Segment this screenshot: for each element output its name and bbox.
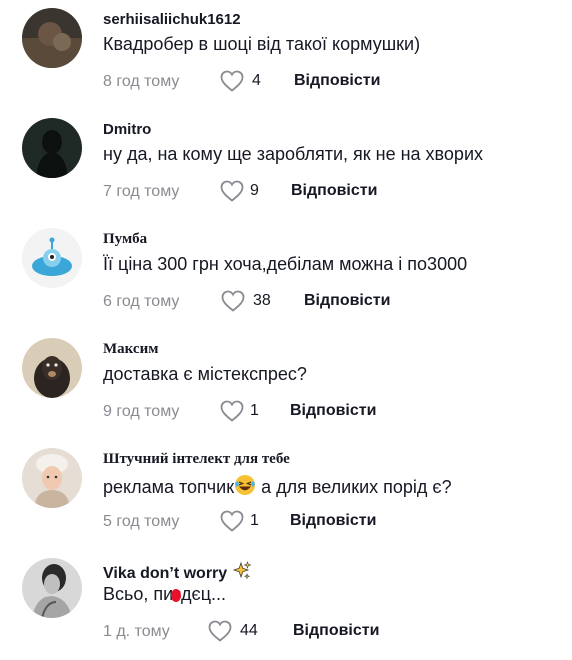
- heart-icon: [220, 400, 244, 422]
- comment-text-part: реклама топчик: [103, 477, 235, 497]
- reply-button[interactable]: Відповісти: [291, 182, 377, 200]
- avatar[interactable]: [22, 118, 82, 178]
- username-text: Vika don’t worry: [103, 565, 228, 582]
- comment-time: 1 д. тому: [103, 623, 170, 640]
- comment-meta: 6 год тому 38 Відповісти: [103, 290, 390, 314]
- avatar[interactable]: [22, 558, 82, 618]
- comment-item: Dmitro ну да, на кому ще заробляти, як н…: [0, 110, 572, 220]
- reply-button[interactable]: Відповісти: [293, 622, 379, 640]
- heart-icon: [220, 70, 244, 92]
- comment-text: доставка є містекспрес?: [103, 364, 307, 384]
- reply-button[interactable]: Відповісти: [290, 512, 376, 530]
- comment-text: ну да, на кому ще заробляти, як не на хв…: [103, 144, 483, 164]
- reply-button[interactable]: Відповісти: [294, 72, 380, 90]
- avatar[interactable]: [22, 228, 82, 288]
- like-count: 4: [252, 72, 261, 89]
- heart-icon: [221, 290, 245, 312]
- like-count: 38: [253, 292, 271, 309]
- comment-item: Пумба Її ціна 300 грн хоча,дебілам можна…: [0, 220, 572, 330]
- comment-meta: 7 год тому 9 Відповісти: [103, 180, 377, 204]
- avatar[interactable]: [22, 8, 82, 68]
- heart-icon: [220, 510, 244, 532]
- avatar[interactable]: [22, 338, 82, 398]
- like-count: 1: [250, 402, 259, 419]
- comment-text: Всьо, пиздєц...: [103, 584, 226, 605]
- heart-icon: [220, 180, 244, 202]
- comment-text: Квадробер в шоці від такої кормушки): [103, 34, 421, 54]
- like-count: 1: [250, 512, 259, 529]
- sparkles-icon: [232, 561, 252, 580]
- comment-time: 5 год тому: [103, 513, 180, 530]
- comment-text-part: а для великих порід є?: [256, 477, 452, 497]
- laughing-face-icon: [235, 475, 256, 495]
- like-button[interactable]: 44: [208, 620, 258, 642]
- comment-meta: 9 год тому 1 Відповісти: [103, 400, 376, 424]
- comment-time: 7 год тому: [103, 183, 180, 200]
- reply-button[interactable]: Відповісти: [290, 402, 376, 420]
- comment-username[interactable]: Пумба: [103, 231, 147, 248]
- comment-item: Максим доставка є містекспрес? 9 год том…: [0, 330, 572, 440]
- avatar[interactable]: [22, 448, 82, 508]
- comment-time: 8 год тому: [103, 73, 180, 90]
- like-count: 44: [240, 622, 258, 639]
- comment-meta: 8 год тому 4 Відповісти: [103, 70, 380, 94]
- comment-username[interactable]: Dmitro: [103, 121, 151, 138]
- comment-item: serhiisaliichuk1612 Квадробер в шоці від…: [0, 0, 572, 110]
- like-button[interactable]: 9: [220, 180, 259, 202]
- like-button[interactable]: 38: [221, 290, 271, 312]
- comment-text: Її ціна 300 грн хоча,дебілам можна і по3…: [103, 254, 468, 274]
- comment-item: Vika don’t worry Всьо, пиздєц... 1 д. то…: [0, 550, 572, 660]
- comment-meta: 1 д. тому 44 Відповісти: [103, 620, 379, 644]
- comment-username[interactable]: Vika don’t worry: [103, 561, 252, 583]
- comment-time: 9 год тому: [103, 403, 180, 420]
- comment-username[interactable]: Максим: [103, 341, 158, 358]
- comment-meta: 5 год тому 1 Відповісти: [103, 510, 376, 534]
- comment-username[interactable]: Штучний інтелект для тебе: [103, 451, 290, 468]
- like-count: 9: [250, 182, 259, 199]
- reply-button[interactable]: Відповісти: [304, 292, 390, 310]
- censor-blot: [171, 589, 181, 602]
- comment-text-part: Всьо, пиздєц...: [103, 584, 227, 604]
- like-button[interactable]: 1: [220, 400, 259, 422]
- like-button[interactable]: 1: [220, 510, 259, 532]
- comment-username[interactable]: serhiisaliichuk1612: [103, 11, 241, 28]
- heart-icon: [208, 620, 232, 642]
- comment-text: реклама топчик а для великих порід є?: [103, 474, 452, 498]
- like-button[interactable]: 4: [220, 70, 261, 92]
- comment-item: Штучний інтелект для тебе реклама топчик…: [0, 440, 572, 550]
- comment-time: 6 год тому: [103, 293, 180, 310]
